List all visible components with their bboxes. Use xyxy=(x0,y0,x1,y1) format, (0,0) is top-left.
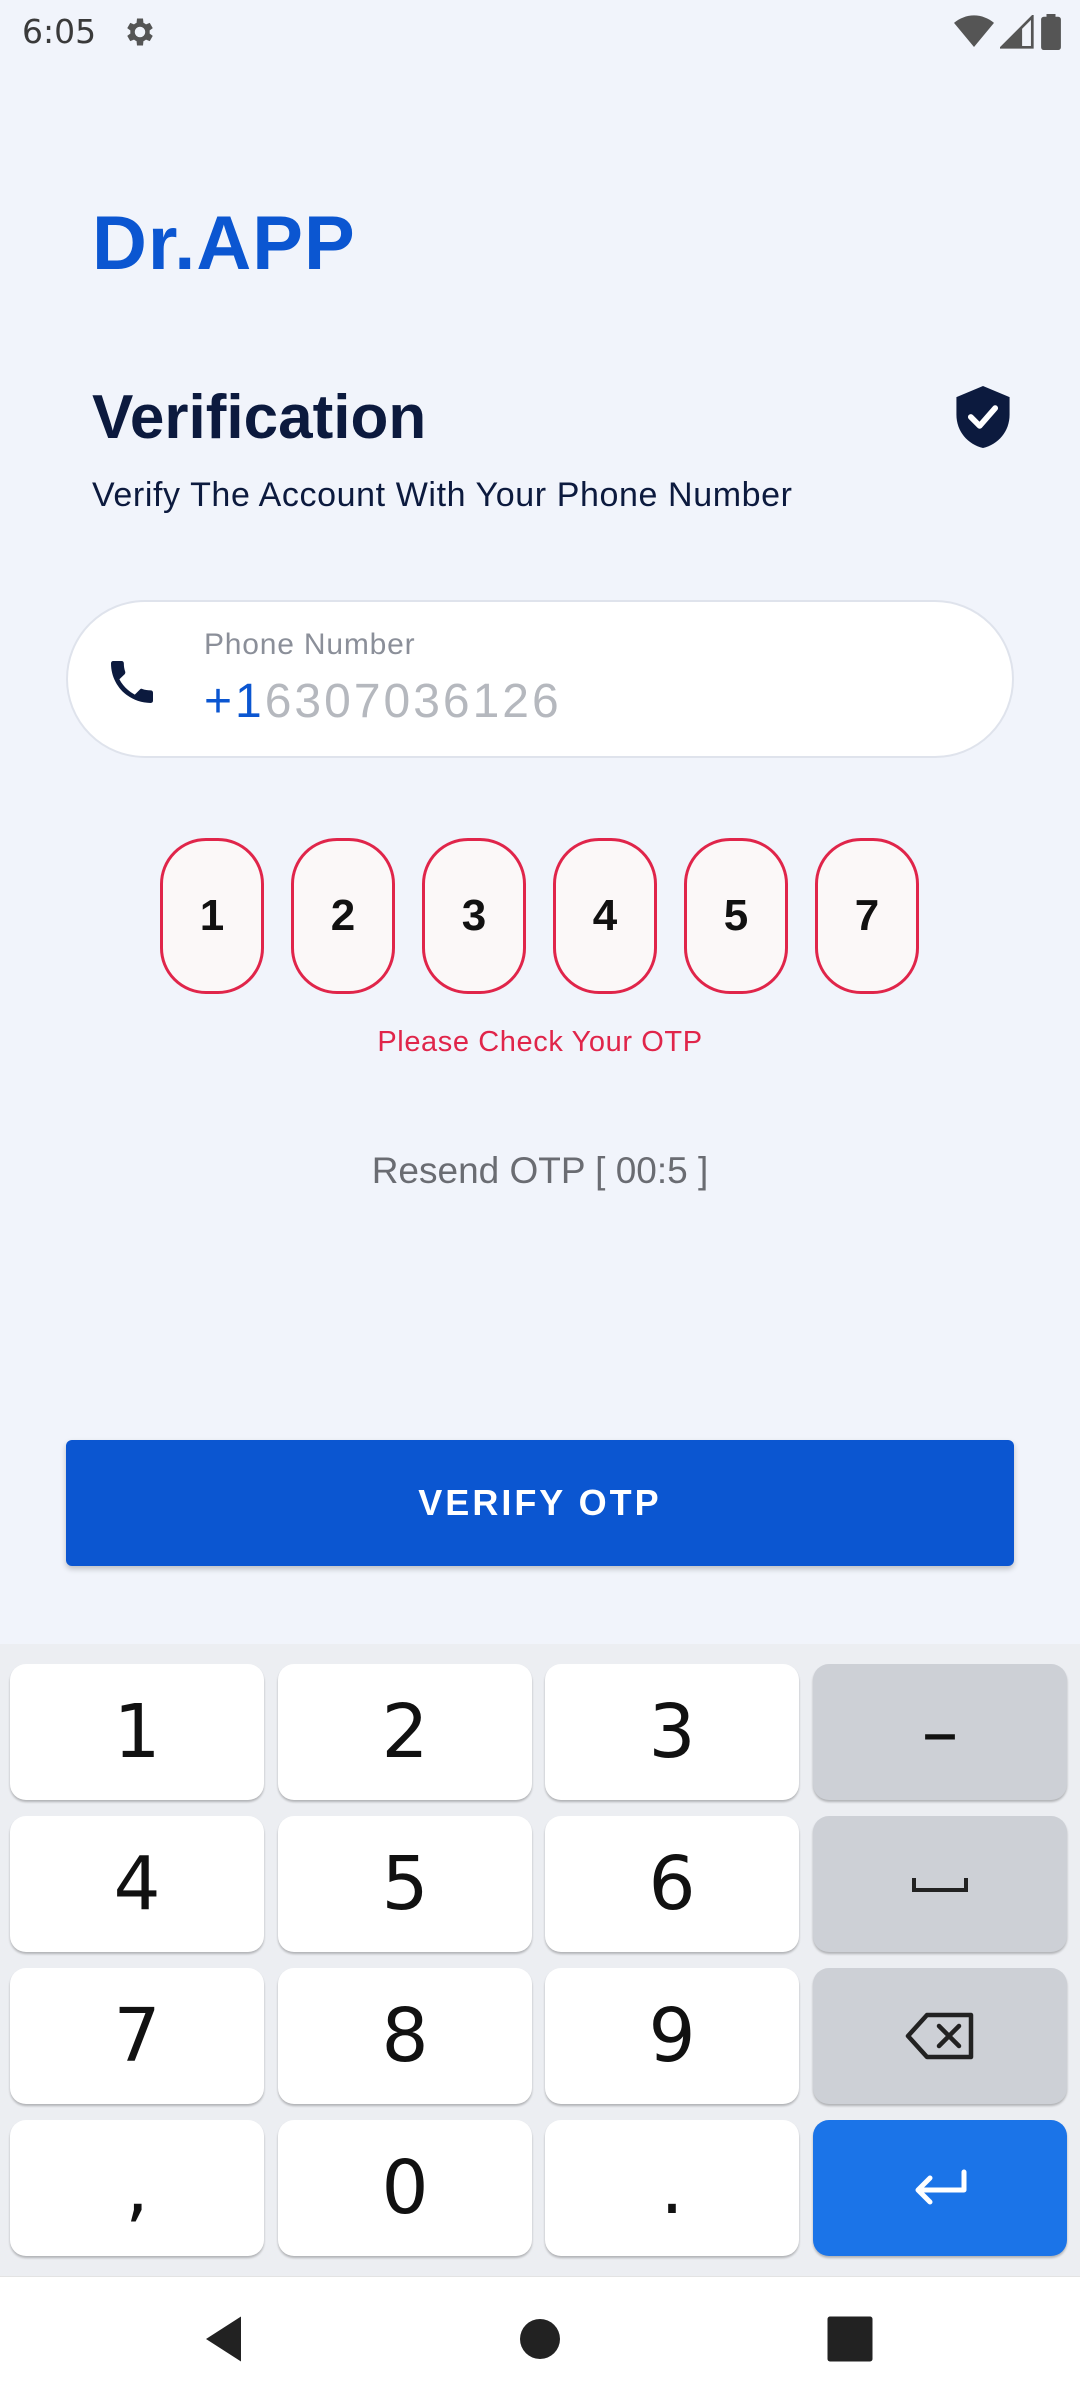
otp-digit-5[interactable]: 5 xyxy=(684,838,788,994)
home-circle-icon[interactable] xyxy=(510,2309,570,2369)
verify-otp-button[interactable]: VERIFY OTP xyxy=(66,1440,1014,1566)
key-period[interactable]: . xyxy=(545,2120,799,2256)
key-1[interactable]: 1 xyxy=(10,1664,264,1800)
key-backspace[interactable] xyxy=(813,1968,1067,2104)
key-8[interactable]: 8 xyxy=(278,1968,532,2104)
otp-digit-6[interactable]: 7 xyxy=(815,838,919,994)
key-space[interactable] xyxy=(813,1816,1067,1952)
phone-number-label: Phone Number xyxy=(204,628,416,661)
key-4[interactable]: 4 xyxy=(10,1816,264,1952)
phone-icon xyxy=(111,661,153,703)
wifi-icon xyxy=(954,15,994,48)
otp-error-message: Please Check Your OTP xyxy=(377,1026,703,1058)
recents-square-icon[interactable] xyxy=(820,2309,880,2369)
otp-input-group: 1 2 3 4 5 7 xyxy=(160,838,920,994)
otp-digit-1[interactable]: 1 xyxy=(160,838,264,994)
verified-shield-icon xyxy=(956,386,1010,448)
status-time: 6:05 xyxy=(22,12,97,51)
cell-signal-icon xyxy=(1000,15,1034,49)
phone-number-text: 6307036126 xyxy=(264,675,562,728)
resend-otp-link[interactable]: Resend OTP [ 00:5 ] xyxy=(0,1150,1080,1192)
status-icons xyxy=(954,14,1062,50)
enter-arrow-icon xyxy=(915,2169,967,2205)
phone-number-value[interactable]: +16307036126 xyxy=(204,674,562,729)
page-title: Verification xyxy=(92,383,427,452)
app-logo-text: Dr.APP xyxy=(92,201,356,286)
page-subtitle: Verify The Account With Your Phone Numbe… xyxy=(92,476,793,514)
key-comma[interactable]: , xyxy=(10,2120,264,2256)
country-code: +1 xyxy=(204,675,265,728)
space-bar-icon xyxy=(912,1878,968,1892)
battery-icon xyxy=(1041,14,1061,50)
key-enter[interactable] xyxy=(813,2120,1067,2256)
key-2[interactable]: 2 xyxy=(278,1664,532,1800)
key-7[interactable]: 7 xyxy=(10,1968,264,2104)
key-0[interactable]: 0 xyxy=(278,2120,532,2256)
key-3[interactable]: 3 xyxy=(545,1664,799,1800)
system-navigation-bar xyxy=(0,2276,1080,2400)
status-bar: 6:05 xyxy=(0,0,1080,64)
otp-digit-4[interactable]: 4 xyxy=(553,838,657,994)
back-triangle-icon[interactable] xyxy=(196,2309,256,2369)
settings-gear-icon xyxy=(127,18,153,46)
key-9[interactable]: 9 xyxy=(545,1968,799,2104)
backspace-icon xyxy=(905,2012,974,2060)
otp-digit-2[interactable]: 2 xyxy=(291,838,395,994)
key-5[interactable]: 5 xyxy=(278,1816,532,1952)
numeric-keyboard: 1 2 3 – 4 5 6 7 8 9 , 0 . xyxy=(0,1644,1080,2276)
key-minus[interactable]: – xyxy=(813,1664,1067,1800)
key-6[interactable]: 6 xyxy=(545,1816,799,1952)
phone-number-field[interactable]: Phone Number +16307036126 xyxy=(66,600,1014,758)
otp-digit-3[interactable]: 3 xyxy=(422,838,526,994)
